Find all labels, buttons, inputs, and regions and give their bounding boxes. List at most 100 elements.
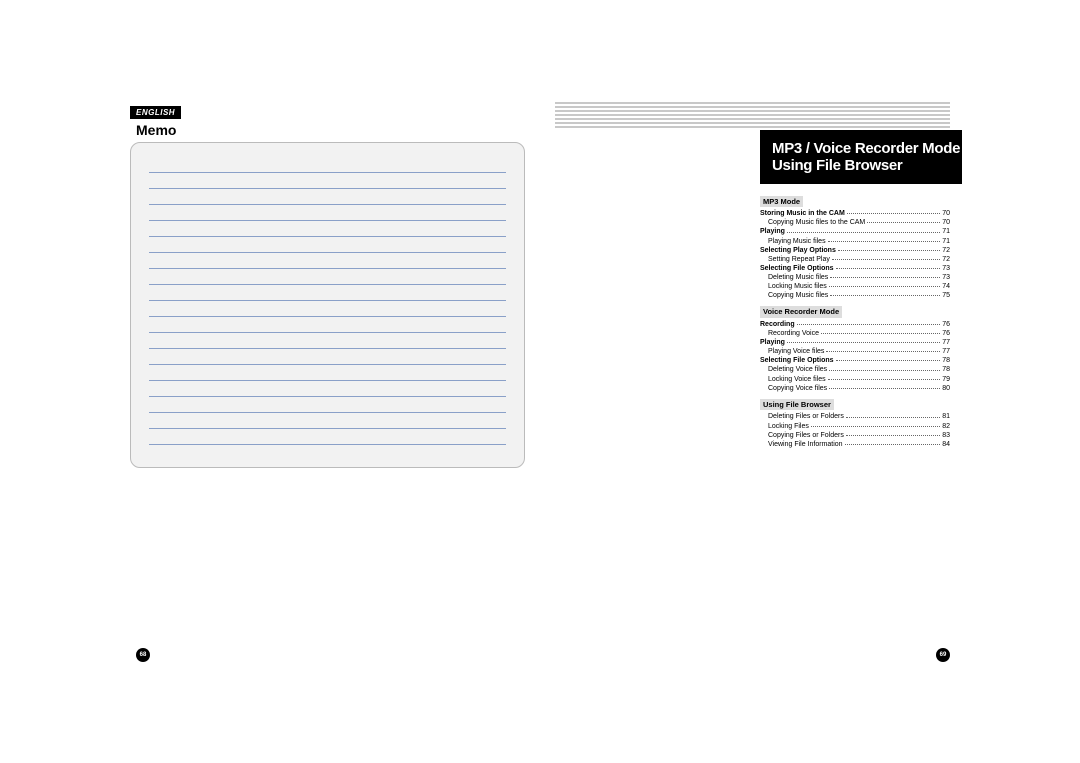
toc-dots <box>826 350 940 352</box>
toc-page: 79 <box>942 375 950 384</box>
right-page: MP3 / Voice Recorder Mode / Using File B… <box>555 102 950 662</box>
toc-row: Locking Music files 74 <box>760 282 950 291</box>
toc-row: Selecting File Options78 <box>760 356 950 365</box>
toc-label: Selecting File Options <box>760 264 834 273</box>
toc-section: Voice Recorder ModeRecording76Recording … <box>760 306 950 393</box>
toc-page: 75 <box>942 291 950 300</box>
toc-page: 71 <box>942 237 950 246</box>
toc-page: 82 <box>942 422 950 431</box>
toc-label: Playing Music files <box>760 237 826 246</box>
toc-dots <box>845 443 941 445</box>
toc-label: Playing Voice files <box>760 347 824 356</box>
toc-row: Playing 77 <box>760 338 950 347</box>
toc-dots <box>832 258 940 260</box>
page-number-right: 69 <box>936 648 950 662</box>
memo-line <box>149 317 506 333</box>
memo-line <box>149 413 506 429</box>
memo-line <box>149 333 506 349</box>
toc-label: Recording Voice <box>760 329 819 338</box>
toc-page: 70 <box>942 218 950 227</box>
toc-page: 78 <box>942 365 950 374</box>
toc-dots <box>846 416 940 418</box>
toc-row: Deleting Voice files78 <box>760 365 950 374</box>
toc-page: 71 <box>942 227 950 236</box>
toc-dots <box>830 294 940 296</box>
memo-line <box>149 397 506 413</box>
toc-row: Locking Voice files 79 <box>760 375 950 384</box>
memo-line <box>149 349 506 365</box>
toc-label: Playing <box>760 227 785 236</box>
toc-dots <box>821 332 940 334</box>
chapter-title-line2: Using File Browser <box>772 157 962 174</box>
page-spread: ENGLISH Memo 68 MP3 / Voice Recorder Mod… <box>130 102 950 662</box>
toc-label: Setting Repeat Play <box>760 255 830 264</box>
toc-heading: MP3 Mode <box>760 196 803 208</box>
toc-dots <box>847 212 940 214</box>
decorative-stripes <box>555 102 950 128</box>
toc-row: Copying Voice files80 <box>760 384 950 393</box>
toc-dots <box>828 240 941 242</box>
toc-label: Locking Voice files <box>760 375 826 384</box>
toc-dots <box>830 276 940 278</box>
toc-row: Copying Music files to the CAM70 <box>760 218 950 227</box>
memo-line <box>149 205 506 221</box>
toc-row: Recording Voice76 <box>760 329 950 338</box>
toc-label: Deleting Files or Folders <box>760 412 844 421</box>
toc-row: Selecting Play Options72 <box>760 246 950 255</box>
memo-line <box>149 301 506 317</box>
toc-label: Copying Voice files <box>760 384 827 393</box>
toc-dots <box>829 387 940 389</box>
toc-row: Deleting Files or Folders81 <box>760 412 950 421</box>
chapter-title-block: MP3 / Voice Recorder Mode / Using File B… <box>760 130 962 184</box>
toc-dots <box>838 249 940 251</box>
toc-page: 76 <box>942 320 950 329</box>
toc-row: Playing 71 <box>760 227 950 236</box>
memo-box <box>130 142 525 468</box>
toc-page: 70 <box>942 209 950 218</box>
toc-label: Viewing File Information <box>760 440 843 449</box>
memo-line <box>149 269 506 285</box>
toc-row: Deleting Music files 73 <box>760 273 950 282</box>
toc-dots <box>787 231 940 233</box>
memo-line <box>149 189 506 205</box>
toc-dots <box>811 425 940 427</box>
toc-row: Recording76 <box>760 320 950 329</box>
toc-row: Playing Music files 71 <box>760 237 950 246</box>
toc-row: Setting Repeat Play 72 <box>760 255 950 264</box>
toc-label: Locking Music files <box>760 282 827 291</box>
table-of-contents: MP3 ModeStoring Music in the CAM70Copyin… <box>760 196 950 449</box>
toc-label: Copying Files or Folders <box>760 431 844 440</box>
toc-page: 83 <box>942 431 950 440</box>
toc-dots <box>846 434 940 436</box>
toc-page: 72 <box>942 246 950 255</box>
toc-label: Deleting Music files <box>760 273 828 282</box>
memo-title: Memo <box>136 122 525 138</box>
toc-page: 77 <box>942 338 950 347</box>
toc-dots <box>836 267 941 269</box>
memo-line <box>149 221 506 237</box>
toc-row: Copying Music files75 <box>760 291 950 300</box>
toc-section: Using File BrowserDeleting Files or Fold… <box>760 399 950 449</box>
toc-heading: Using File Browser <box>760 399 834 411</box>
toc-row: Copying Files or Folders 83 <box>760 431 950 440</box>
memo-line <box>149 237 506 253</box>
toc-dots <box>828 378 941 380</box>
toc-row: Storing Music in the CAM70 <box>760 209 950 218</box>
toc-page: 73 <box>942 273 950 282</box>
toc-page: 78 <box>942 356 950 365</box>
memo-line <box>149 381 506 397</box>
memo-line <box>149 365 506 381</box>
toc-dots <box>836 359 941 361</box>
toc-row: Viewing File Information 84 <box>760 440 950 449</box>
toc-page: 73 <box>942 264 950 273</box>
toc-page: 84 <box>942 440 950 449</box>
memo-line <box>149 285 506 301</box>
toc-page: 72 <box>942 255 950 264</box>
language-badge: ENGLISH <box>130 106 181 119</box>
memo-line <box>149 429 506 445</box>
toc-label: Playing <box>760 338 785 347</box>
toc-page: 77 <box>942 347 950 356</box>
toc-row: Playing Voice files 77 <box>760 347 950 356</box>
toc-page: 74 <box>942 282 950 291</box>
toc-dots <box>829 369 940 371</box>
